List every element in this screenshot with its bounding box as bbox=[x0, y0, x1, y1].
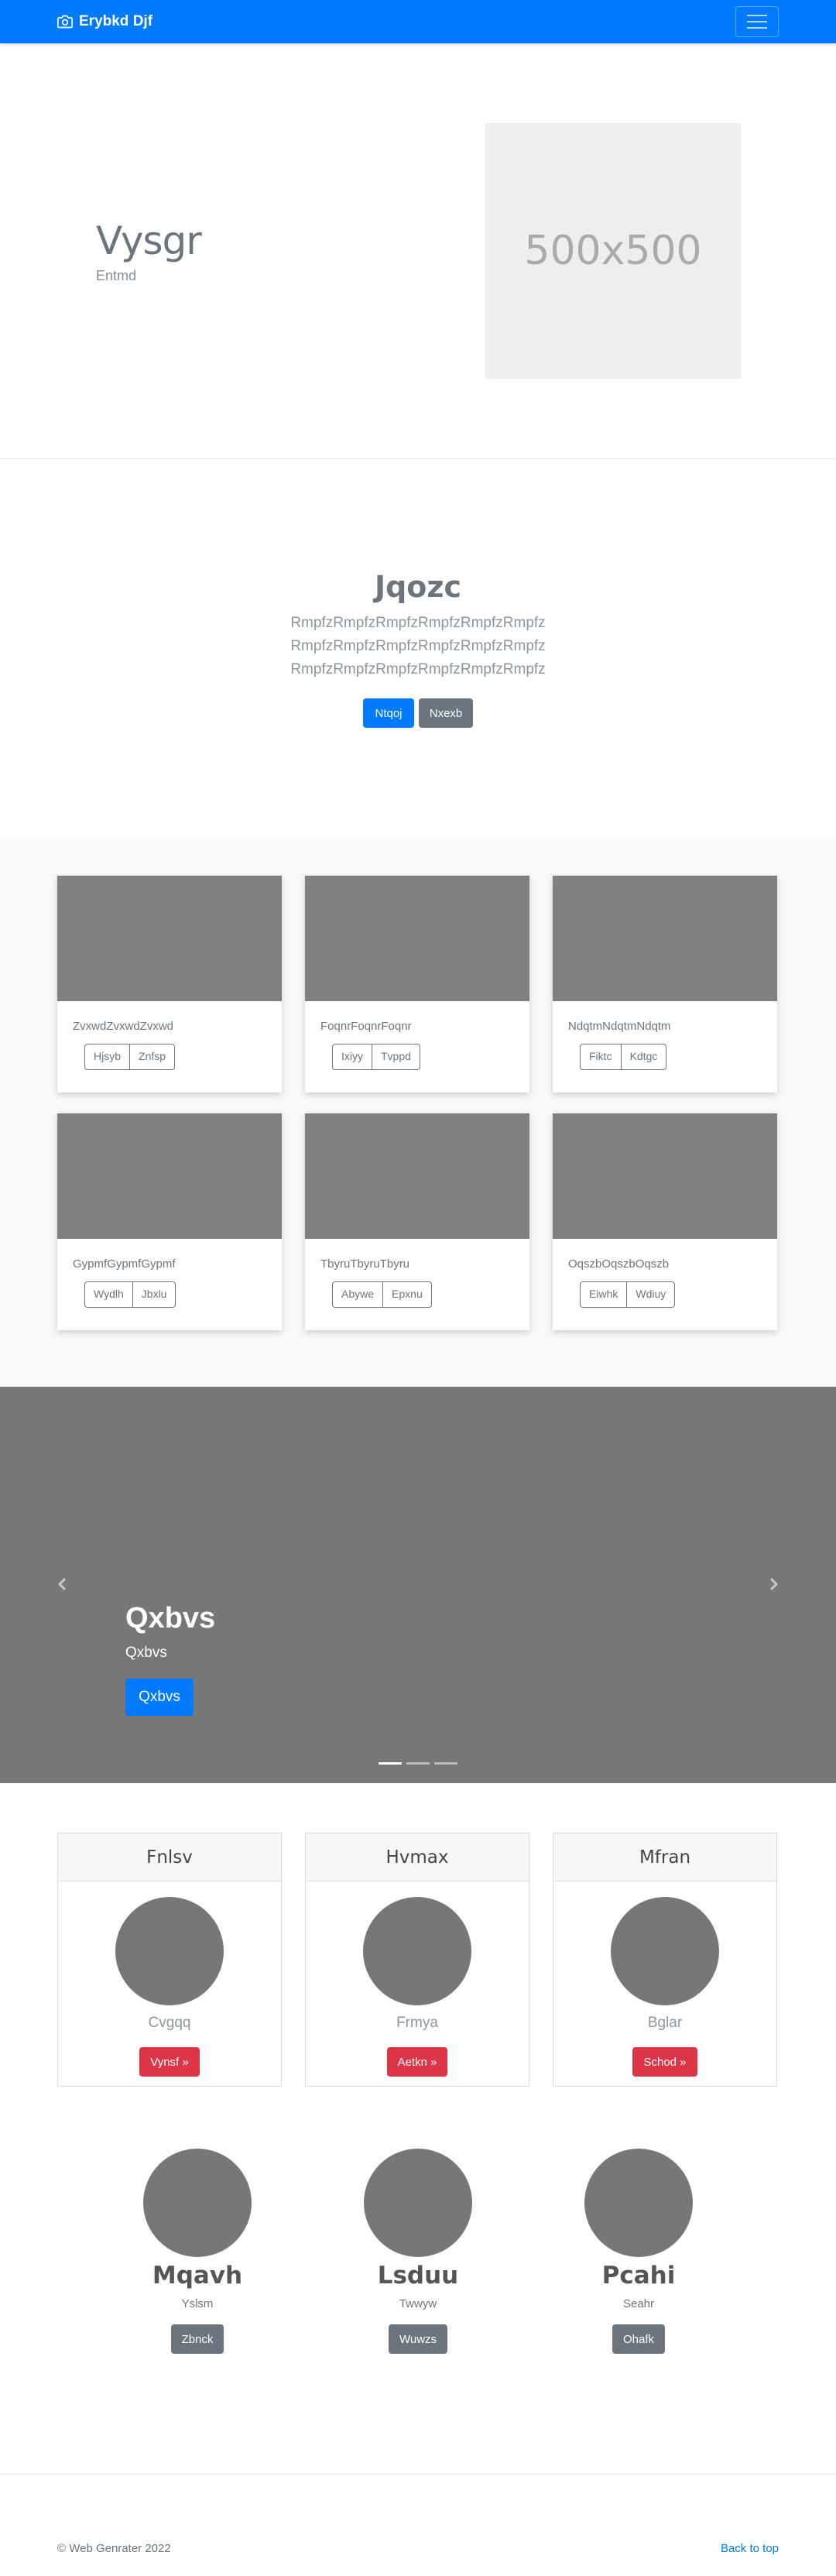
person-subtitle: Yslsm bbox=[181, 2297, 214, 2310]
people-section: Mqavh Yslsm Zbnck Lsduu Twwyw Wuwzs Pcah… bbox=[0, 2087, 836, 2474]
card-image-placeholder bbox=[553, 876, 777, 1001]
navbar-toggler-button[interactable] bbox=[735, 6, 779, 37]
panel-header: Hvmax bbox=[306, 1833, 529, 1881]
person: Mqavh Yslsm Zbnck bbox=[143, 2149, 252, 2474]
card-image-placeholder bbox=[305, 1113, 529, 1239]
hero-image-placeholder: 500x500 bbox=[485, 123, 741, 379]
person-name: Pcahi bbox=[601, 2262, 676, 2290]
carousel-indicator[interactable] bbox=[379, 1762, 402, 1765]
carousel-button[interactable]: Qxbvs bbox=[125, 1679, 194, 1716]
card-image-placeholder bbox=[57, 876, 282, 1001]
carousel-title: Qxbvs bbox=[125, 1602, 216, 1634]
card-text: ZvxwdZvxwdZvxwd bbox=[73, 1020, 174, 1033]
carousel-indicator[interactable] bbox=[406, 1762, 430, 1765]
camera-icon bbox=[57, 15, 73, 29]
card-button[interactable]: Znfsp bbox=[130, 1044, 176, 1070]
card-button-group: Ixiyy Tvppd bbox=[332, 1044, 420, 1070]
back-to-top-link[interactable]: Back to top bbox=[721, 2542, 779, 2555]
brand-label: Erybkd Djf bbox=[79, 13, 153, 29]
hero-subtitle: Entmd bbox=[96, 267, 137, 283]
person-button[interactable]: Wuwzs bbox=[388, 2324, 448, 2354]
card-button-group: Eiwhk Wdiuy bbox=[580, 1281, 676, 1308]
jumbotron-section: Jqozc RmpfzRmpfzRmpfzRmpfzRmpfzRmpfz Rmp… bbox=[0, 459, 836, 839]
avatar bbox=[363, 1897, 471, 2005]
album-card: FoqnrFoqnrFoqnr Ixiyy Tvppd bbox=[305, 876, 529, 1092]
card-button[interactable]: Fiktc bbox=[580, 1044, 622, 1070]
card-grid: ZvxwdZvxwdZvxwd Hjsyb Znfsp FoqnrFoqnrFoq… bbox=[57, 876, 779, 1330]
card-text: NdqtmNdqtmNdqtm bbox=[568, 1020, 671, 1033]
album-card: ZvxwdZvxwdZvxwd Hjsyb Znfsp bbox=[57, 876, 282, 1092]
album-section: ZvxwdZvxwdZvxwd Hjsyb Znfsp FoqnrFoqnrFoq… bbox=[0, 839, 836, 1387]
jumbotron-secondary-button[interactable]: Nxexb bbox=[419, 698, 473, 728]
album-card: NdqtmNdqtmNdqtm Fiktc Kdtgc bbox=[553, 876, 777, 1092]
jumbotron-text: RmpfzRmpfzRmpfzRmpfzRmpfzRmpfz RmpfzRmpf… bbox=[290, 615, 546, 677]
hero-section: Vysgr Entmd 500x500 bbox=[0, 43, 836, 459]
avatar bbox=[364, 2149, 472, 2257]
panel-name: Bglar bbox=[647, 2015, 683, 2031]
card-image-placeholder bbox=[553, 1113, 777, 1239]
carousel-caption: Qxbvs Qxbvs Qxbvs bbox=[125, 1602, 215, 1716]
avatar bbox=[584, 2149, 693, 2257]
menu-icon bbox=[747, 15, 767, 16]
card-text: OqszbOqszbOqszb bbox=[568, 1257, 670, 1271]
panel-section: Fnlsv Cvgqq Vynsf » Hvmax Frmya Aetkn » … bbox=[0, 1783, 836, 2087]
card-button[interactable]: Abywe bbox=[332, 1281, 384, 1308]
card-button[interactable]: Epxnu bbox=[383, 1281, 432, 1308]
card-text: TbyruTbyruTbyru bbox=[320, 1257, 410, 1271]
panel-card: Fnlsv Cvgqq Vynsf » bbox=[57, 1833, 282, 2087]
card-button-group: Abywe Epxnu bbox=[332, 1281, 432, 1308]
person-button[interactable]: Ohafk bbox=[612, 2324, 666, 2354]
chevron-left-icon[interactable] bbox=[55, 1576, 70, 1592]
carousel: Qxbvs Qxbvs Qxbvs bbox=[0, 1387, 836, 1783]
person: Lsduu Twwyw Wuwzs bbox=[364, 2149, 472, 2474]
card-button[interactable]: Jbxlu bbox=[132, 1281, 176, 1308]
card-button[interactable]: Eiwhk bbox=[580, 1281, 628, 1308]
album-card: TbyruTbyruTbyru Abywe Epxnu bbox=[305, 1113, 529, 1330]
footer: © Web Genrater 2022 Back to top bbox=[0, 2474, 836, 2560]
person-name: Lsduu bbox=[377, 2262, 459, 2290]
person-name: Mqavh bbox=[152, 2262, 243, 2290]
panel-button[interactable]: Aetkn » bbox=[386, 2047, 448, 2077]
carousel-text: Qxbvs bbox=[125, 1645, 167, 1661]
hero-title: Vysgr bbox=[96, 218, 202, 263]
jumbotron-primary-button[interactable]: Ntqoj bbox=[363, 698, 414, 728]
jumbotron-title: Jqozc bbox=[374, 570, 462, 604]
person-subtitle: Seahr bbox=[622, 2297, 655, 2310]
card-text: GypmfGypmfGypmf bbox=[73, 1257, 176, 1271]
panel-name: Cvgqq bbox=[148, 2015, 191, 2031]
card-image-placeholder bbox=[305, 876, 529, 1001]
copyright-text: © Web Genrater 2022 bbox=[57, 2542, 171, 2555]
navbar: Erybkd Djf bbox=[0, 0, 836, 43]
navbar-brand[interactable]: Erybkd Djf bbox=[57, 13, 152, 30]
panel-card: Hvmax Frmya Aetkn » bbox=[305, 1833, 529, 2087]
person: Pcahi Seahr Ohafk bbox=[584, 2149, 693, 2474]
avatar bbox=[143, 2149, 252, 2257]
carousel-indicator[interactable] bbox=[434, 1762, 457, 1765]
card-text: FoqnrFoqnrFoqnr bbox=[320, 1020, 412, 1033]
album-card: OqszbOqszbOqszb Eiwhk Wdiuy bbox=[553, 1113, 777, 1330]
card-button[interactable]: Hjsyb bbox=[84, 1044, 131, 1070]
person-subtitle: Twwyw bbox=[399, 2297, 437, 2310]
card-button-group: Fiktc Kdtgc bbox=[580, 1044, 667, 1070]
person-button[interactable]: Zbnck bbox=[170, 2324, 224, 2354]
card-button-group: Hjsyb Znfsp bbox=[84, 1044, 176, 1070]
card-button[interactable]: Wdiuy bbox=[627, 1281, 676, 1308]
panel-card: Mfran Bglar Schod » bbox=[553, 1833, 777, 2087]
card-button[interactable]: Tvppd bbox=[372, 1044, 420, 1070]
panel-button[interactable]: Vynsf » bbox=[139, 2047, 200, 2077]
card-button[interactable]: Ixiyy bbox=[332, 1044, 372, 1070]
card-button[interactable]: Kdtgc bbox=[621, 1044, 667, 1070]
card-button[interactable]: Wydlh bbox=[84, 1281, 133, 1308]
panel-header: Mfran bbox=[553, 1833, 776, 1881]
panel-header: Fnlsv bbox=[58, 1833, 281, 1881]
card-button-group: Wydlh Jbxlu bbox=[84, 1281, 176, 1308]
panel-button[interactable]: Schod » bbox=[632, 2047, 697, 2077]
card-image-placeholder bbox=[57, 1113, 282, 1239]
panel-name: Frmya bbox=[396, 2015, 438, 2031]
carousel-indicators bbox=[0, 1762, 836, 1765]
avatar bbox=[611, 1897, 719, 2005]
avatar bbox=[115, 1897, 224, 2005]
album-card: GypmfGypmfGypmf Wydlh Jbxlu bbox=[57, 1113, 282, 1330]
chevron-right-icon[interactable] bbox=[766, 1576, 781, 1592]
